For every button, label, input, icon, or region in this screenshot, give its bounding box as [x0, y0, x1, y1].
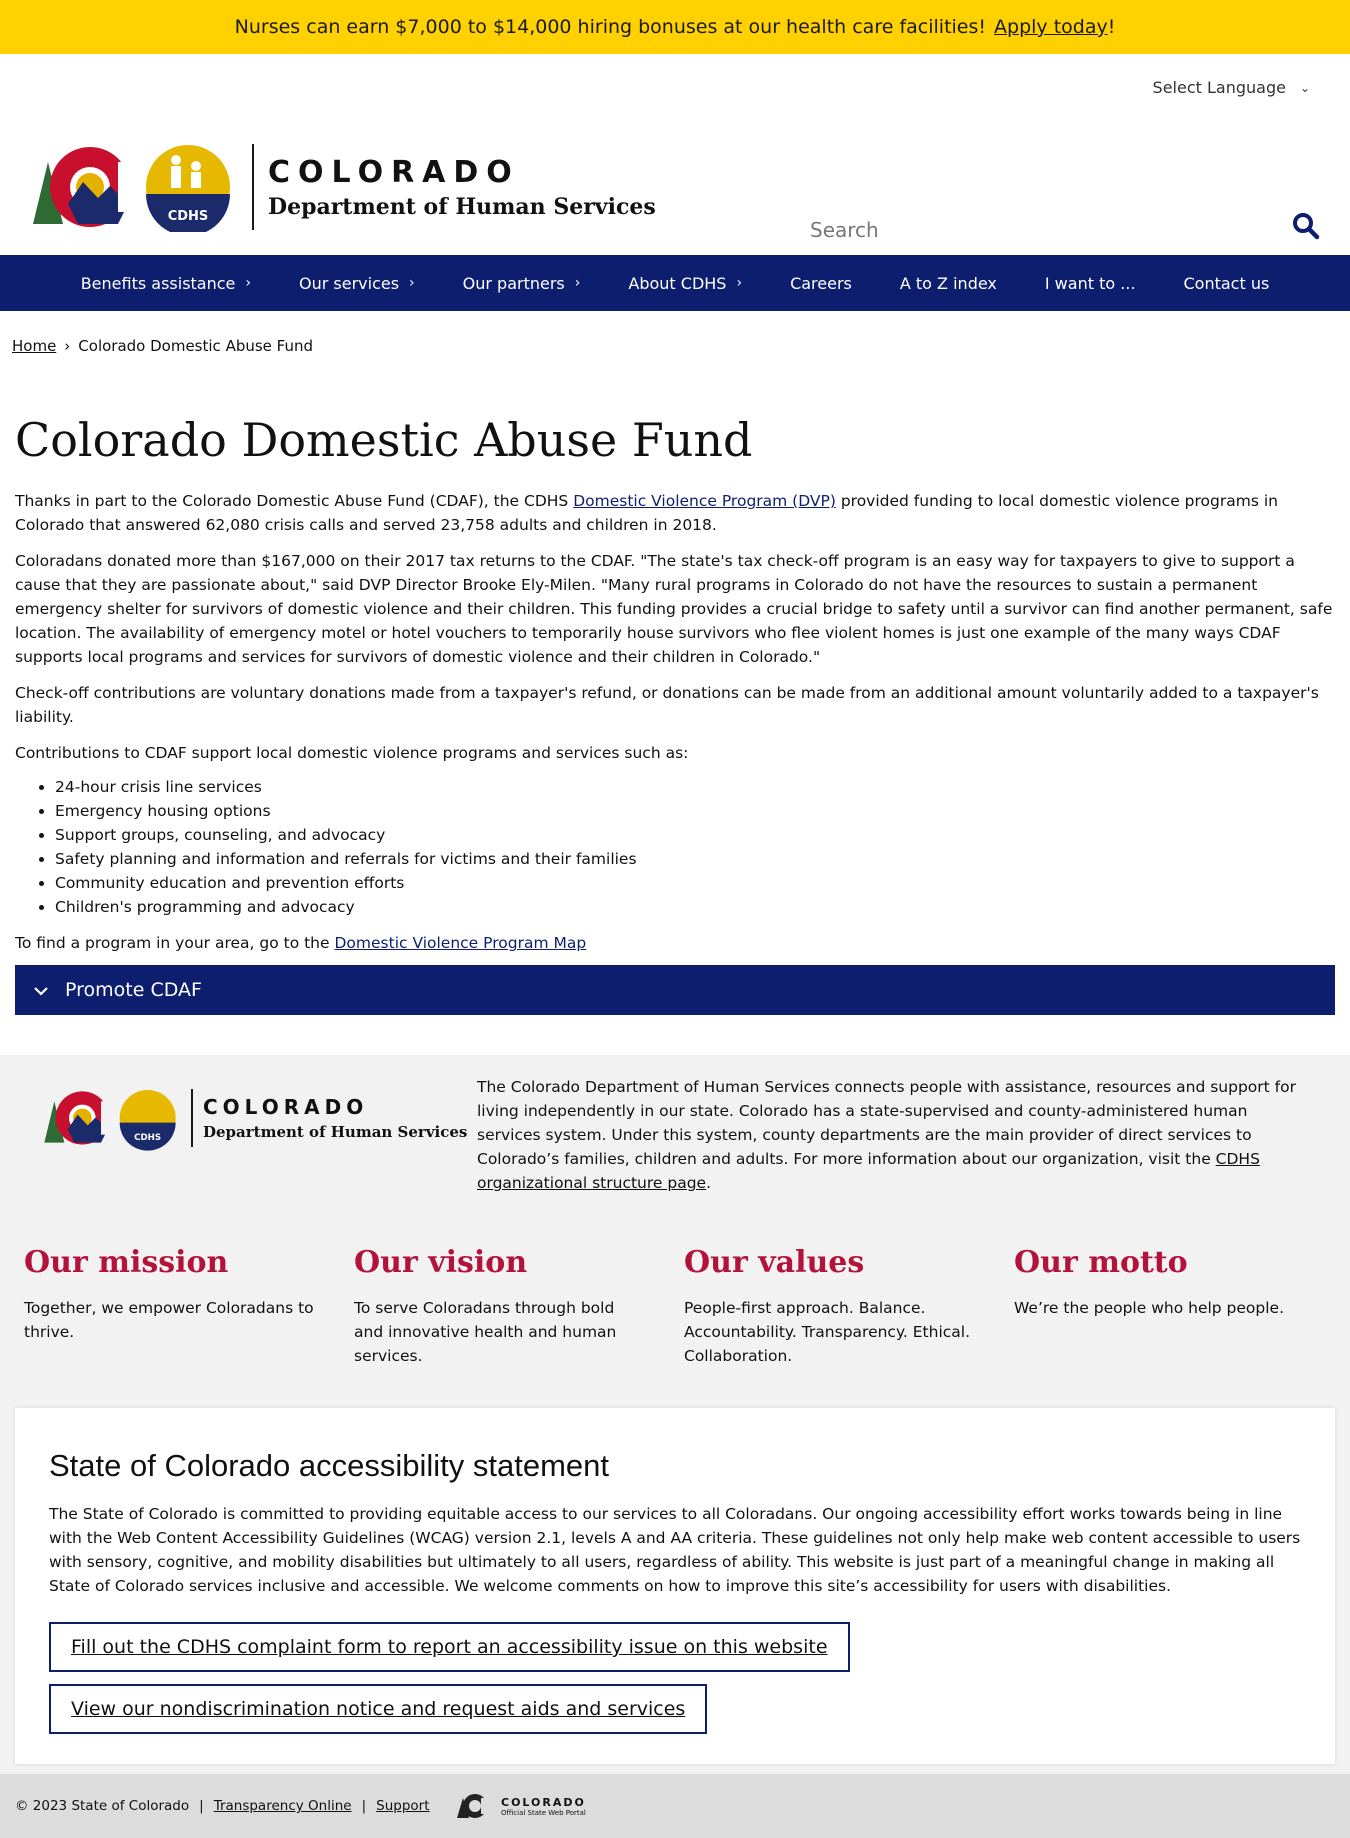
nondiscrimination-button[interactable]: View our nondiscrimination notice and re…	[49, 1684, 708, 1734]
nav-label: Benefits assistance	[80, 273, 236, 293]
nav-benefits-assistance[interactable]: Benefits assistance ›	[57, 274, 275, 293]
cdhs-badge-text: CDHS	[134, 1133, 161, 1143]
program-map-link[interactable]: Domestic Violence Program Map	[334, 934, 586, 952]
contributions-paragraph: Contributions to CDAF support local dome…	[15, 744, 689, 762]
logo-colorado-text: COLORADO	[203, 1095, 369, 1119]
intro-text-before: Thanks in part to the Colorado Domestic …	[15, 492, 569, 510]
bottom-bar: © 2023 State of Colorado | Transparency …	[0, 1774, 1350, 1838]
motto-text: We’re the people who help people.	[1014, 1299, 1285, 1317]
nav-about-cdhs[interactable]: About CDHS ›	[604, 274, 766, 293]
nav-label: Our services	[299, 273, 400, 293]
list-item: Safety planning and information and refe…	[55, 847, 1335, 871]
nav-label: Contact us	[1183, 273, 1270, 293]
donation-paragraph: Coloradans donated more than $167,000 on…	[15, 552, 1333, 666]
promote-cdaf-accordion[interactable]: Promote CDAF	[15, 965, 1335, 1015]
values-column: Our values People-first approach. Balanc…	[684, 1245, 1014, 1368]
chevron-right-icon: ›	[409, 275, 415, 291]
program-map-paragraph: To find a program in your area, go to th…	[15, 931, 1335, 955]
list-item: Community education and prevention effor…	[55, 871, 1335, 895]
support-link[interactable]: Support	[376, 1798, 429, 1814]
nav-label: About CDHS	[628, 273, 727, 293]
list-item: Emergency housing options	[55, 799, 1335, 823]
map-text: To find a program in your area, go to th…	[15, 934, 330, 952]
chevron-down-icon: ⌄	[1299, 80, 1310, 95]
site-header: Select Language ⌄ CDHS COLORADO Departme…	[0, 54, 1350, 255]
site-footer: CDHS COLORADO Department of Human Servic…	[0, 1055, 1350, 1838]
checkoff-paragraph: Check-off contributions are voluntary do…	[15, 684, 1319, 726]
accessibility-statement: State of Colorado accessibility statemen…	[15, 1408, 1335, 1764]
chevron-right-icon: ›	[574, 275, 581, 291]
list-item: Children's programming and advocacy	[55, 895, 1335, 919]
nav-our-services[interactable]: Our services ›	[275, 274, 439, 293]
portal-title: COLORADO	[501, 1795, 586, 1809]
hiring-alert-banner: Nurses can earn $7,000 to $14,000 hiring…	[0, 0, 1350, 54]
vision-heading: Our vision	[354, 1245, 528, 1280]
mission-heading: Our mission	[24, 1245, 229, 1280]
search-icon[interactable]	[1292, 212, 1320, 247]
chevron-right-icon: ›	[245, 275, 251, 291]
portal-subtitle: Official State Web Portal	[501, 1808, 586, 1817]
logo-dept-text: Department of Human Services	[203, 1123, 468, 1141]
logo-dept-text: Department of Human Services	[268, 193, 656, 220]
intro-paragraph: Thanks in part to the Colorado Domestic …	[15, 489, 1335, 537]
footer-desc-end: .	[706, 1174, 712, 1192]
colorado-c-logo-icon: CDHS	[44, 1090, 176, 1151]
dvp-link[interactable]: Domestic Violence Program (DVP)	[573, 492, 836, 510]
breadcrumb: Home › Colorado Domestic Abuse Fund	[12, 337, 1350, 355]
nav-label: Our partners	[462, 273, 565, 293]
nav-label: Careers	[790, 273, 852, 293]
page-title: Colorado Domestic Abuse Fund	[15, 413, 753, 467]
list-item: 24-hour crisis line services	[55, 775, 1335, 799]
logo-colorado-text: COLORADO	[268, 154, 520, 190]
footer-cdhs-logo[interactable]: CDHS COLORADO Department of Human Servic…	[15, 1075, 477, 1155]
search-bar	[810, 212, 1320, 247]
alert-suffix: !	[1107, 16, 1116, 38]
motto-heading: Our motto	[1014, 1245, 1188, 1280]
mission-vision-values: Our mission Together, we empower Colorad…	[0, 1195, 1350, 1368]
language-selector[interactable]: Select Language ⌄	[1153, 78, 1310, 97]
vision-column: Our vision To serve Coloradans through b…	[354, 1245, 684, 1368]
footer-desc-text: The Colorado Department of Human Service…	[477, 1078, 1296, 1168]
chevron-down-icon	[33, 981, 49, 1000]
complaint-form-button[interactable]: Fill out the CDHS complaint form to repo…	[49, 1622, 850, 1672]
nav-contact-us[interactable]: Contact us	[1159, 274, 1293, 293]
mission-text: Together, we empower Coloradans to thriv…	[24, 1299, 314, 1341]
copyright-text: © 2023 State of Colorado	[15, 1798, 190, 1814]
language-label: Select Language	[1152, 78, 1286, 97]
breadcrumb-current: Colorado Domestic Abuse Fund	[78, 337, 314, 355]
colorado-c-logo-icon: CDHS	[33, 145, 230, 232]
main-content: Colorado Domestic Abuse Fund Thanks in p…	[0, 413, 1350, 1015]
footer-description: The Colorado Department of Human Service…	[477, 1075, 1297, 1195]
cdhs-logo[interactable]: CDHS COLORADO Department of Human Servic…	[28, 142, 656, 232]
apply-today-link[interactable]: Apply today	[994, 16, 1108, 38]
values-text: People-first approach. Balance. Accounta…	[684, 1299, 971, 1365]
nav-label: I want to ...	[1044, 273, 1136, 293]
accordion-label: Promote CDAF	[65, 979, 202, 1001]
motto-column: Our motto We’re the people who help peop…	[1014, 1245, 1344, 1368]
main-navigation: Benefits assistance › Our services › Our p…	[0, 255, 1350, 311]
colorado-portal-icon	[457, 1794, 491, 1818]
search-input[interactable]	[810, 217, 1230, 242]
accessibility-text: The State of Colorado is committed to pr…	[49, 1505, 1301, 1595]
transparency-online-link[interactable]: Transparency Online	[214, 1798, 352, 1814]
nav-i-want-to[interactable]: I want to ...	[1021, 274, 1160, 293]
services-list: 24-hour crisis line services Emergency h…	[55, 775, 1335, 919]
nav-a-to-z-index[interactable]: A to Z index	[876, 274, 1021, 293]
accessibility-heading: State of Colorado accessibility statemen…	[49, 1448, 609, 1483]
nav-label: A to Z index	[899, 273, 997, 293]
divider: |	[361, 1798, 367, 1814]
chevron-right-icon: ›	[736, 275, 743, 291]
vision-text: To serve Coloradans through bold and inn…	[354, 1299, 617, 1365]
nav-careers[interactable]: Careers	[766, 274, 876, 293]
alert-text: Nurses can earn $7,000 to $14,000 hiring…	[234, 16, 987, 38]
list-item: Support groups, counseling, and advocacy	[55, 823, 1335, 847]
values-heading: Our values	[684, 1245, 865, 1280]
mission-column: Our mission Together, we empower Colorad…	[24, 1245, 354, 1368]
divider: |	[199, 1798, 204, 1814]
breadcrumb-home-link[interactable]: Home	[12, 337, 56, 355]
nav-our-partners[interactable]: Our partners ›	[439, 274, 605, 293]
breadcrumb-separator-icon: ›	[64, 337, 71, 355]
state-portal-logo[interactable]: COLORADO Official State Web Portal	[455, 1792, 586, 1820]
cdhs-badge-text: CDHS	[168, 209, 209, 224]
